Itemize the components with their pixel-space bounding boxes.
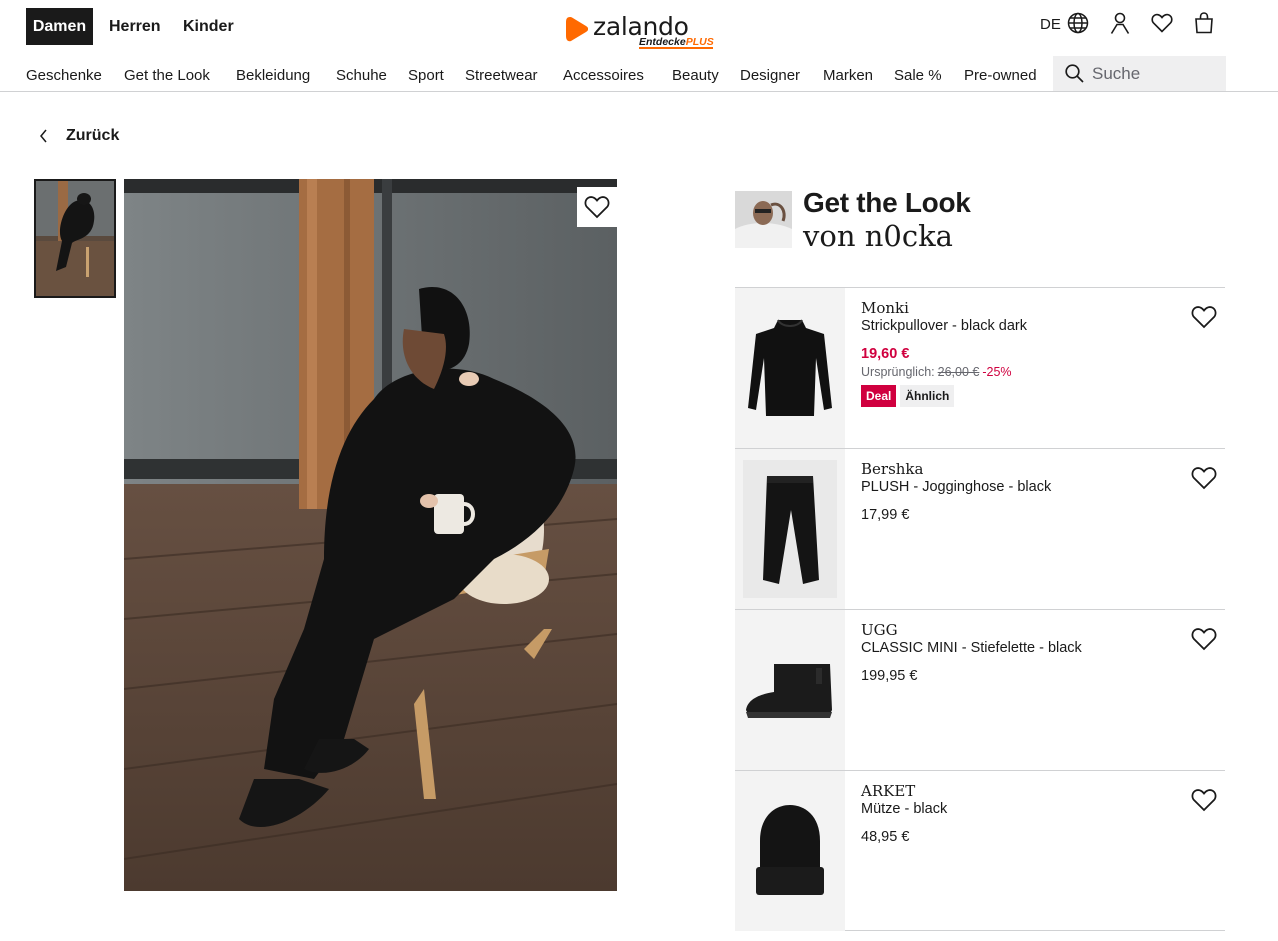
language-selector[interactable]: DE [1040, 11, 1061, 37]
deal-badge: Deal [861, 385, 897, 407]
nav-streetwear[interactable]: Streetwear [465, 67, 538, 84]
product-brand: Monki [861, 299, 909, 317]
nav-geschenke[interactable]: Geschenke [26, 67, 102, 84]
look-hero-image [124, 179, 617, 891]
product-sale-price: 19,60 € [861, 346, 910, 362]
pants-image [743, 460, 837, 598]
heart-icon [1191, 306, 1217, 329]
original-price: 26,00 € [937, 365, 980, 379]
beanie-image [756, 805, 824, 895]
nav-pre-owned[interactable]: Pre-owned [964, 67, 1037, 84]
product-brand: UGG [861, 621, 898, 639]
nav-marken[interactable]: Marken [823, 67, 873, 84]
look-title: Get the Look [803, 187, 971, 218]
search-icon [1065, 64, 1084, 83]
product-original-price: Ursprünglich: 26,00 € -25% [861, 365, 1012, 379]
globe-icon[interactable] [1066, 11, 1090, 35]
product-image[interactable] [735, 610, 845, 770]
tab-herren[interactable]: Herren [109, 8, 161, 45]
nav-bekleidung[interactable]: Bekleidung [236, 67, 310, 84]
product-tags: Deal Ähnlich [861, 385, 955, 407]
hero-photo [124, 179, 617, 891]
heart-icon [584, 196, 610, 219]
gallery-thumbnail[interactable] [34, 179, 116, 298]
sweater-image [748, 319, 832, 416]
product-brand: Bershka [861, 460, 924, 478]
wishlist-icon[interactable] [1150, 11, 1174, 35]
bag-icon[interactable] [1192, 11, 1216, 35]
nav-get-the-look[interactable]: Get the Look [124, 67, 210, 84]
heart-icon [1191, 628, 1217, 651]
logo-play-icon [566, 17, 588, 42]
product-price: 48,95 € [861, 829, 910, 845]
product-image[interactable] [735, 288, 845, 448]
product-name: PLUSH - Jogginghose - black [861, 479, 1052, 495]
hero-wishlist-button[interactable] [577, 187, 617, 227]
avatar-image [735, 191, 792, 248]
discount-percent: -25% [982, 365, 1012, 379]
creator-avatar[interactable] [735, 191, 792, 248]
product-wishlist-button[interactable] [1190, 303, 1218, 331]
product-name: CLASSIC MINI - Stiefelette - black [861, 640, 1082, 656]
nav-sale[interactable]: Sale % [894, 67, 942, 84]
product-name: Mütze - black [861, 801, 948, 817]
nav-beauty[interactable]: Beauty [672, 67, 719, 84]
product-wishlist-button[interactable] [1190, 625, 1218, 653]
top-header: Damen Herren Kinder zalando EntdeckePLUS… [0, 0, 1278, 56]
chevron-left-icon [40, 129, 47, 143]
list-item[interactable]: Bershka PLUSH - Jogginghose - black 17,9… [735, 448, 1225, 609]
thumbnail-image [36, 181, 114, 296]
product-brand: ARKET [861, 782, 916, 800]
product-name: Strickpullover - black dark [861, 318, 1027, 334]
product-price: 199,95 € [861, 668, 918, 684]
nav-schuhe[interactable]: Schuhe [336, 67, 387, 84]
search-input[interactable] [1092, 63, 1212, 84]
nav-designer[interactable]: Designer [740, 67, 800, 84]
back-link[interactable]: Zurück [38, 125, 119, 147]
zalando-logo[interactable]: zalando EntdeckePLUS [566, 12, 716, 50]
product-wishlist-button[interactable] [1190, 464, 1218, 492]
heart-icon [1191, 789, 1217, 812]
tab-damen[interactable]: Damen [26, 8, 93, 45]
category-nav: Geschenke Get the Look Bekleidung Schuhe… [0, 56, 1278, 92]
original-label: Ursprünglich: [861, 365, 935, 379]
look-product-list: Monki Strickpullover - black dark 19,60 … [735, 287, 1225, 931]
product-price: 17,99 € [861, 507, 910, 523]
nav-accessoires[interactable]: Accessoires [563, 67, 644, 84]
back-label: Zurück [66, 127, 120, 144]
user-icon[interactable] [1108, 11, 1132, 35]
logo-underline [639, 47, 713, 49]
search-box[interactable] [1053, 56, 1226, 91]
list-item[interactable]: Monki Strickpullover - black dark 19,60 … [735, 287, 1225, 448]
product-image[interactable] [735, 449, 845, 609]
boot-image [746, 664, 832, 718]
look-creator[interactable]: von n0cka [803, 219, 953, 253]
product-wishlist-button[interactable] [1190, 786, 1218, 814]
similar-button[interactable]: Ähnlich [900, 385, 955, 407]
tab-kinder[interactable]: Kinder [183, 8, 234, 45]
product-image[interactable] [735, 771, 845, 931]
language-label: DE [1040, 15, 1061, 33]
list-item[interactable]: UGG CLASSIC MINI - Stiefelette - black 1… [735, 609, 1225, 770]
nav-sport[interactable]: Sport [408, 67, 444, 84]
list-item[interactable]: ARKET Mütze - black 48,95 € [735, 770, 1225, 931]
heart-icon [1191, 467, 1217, 490]
